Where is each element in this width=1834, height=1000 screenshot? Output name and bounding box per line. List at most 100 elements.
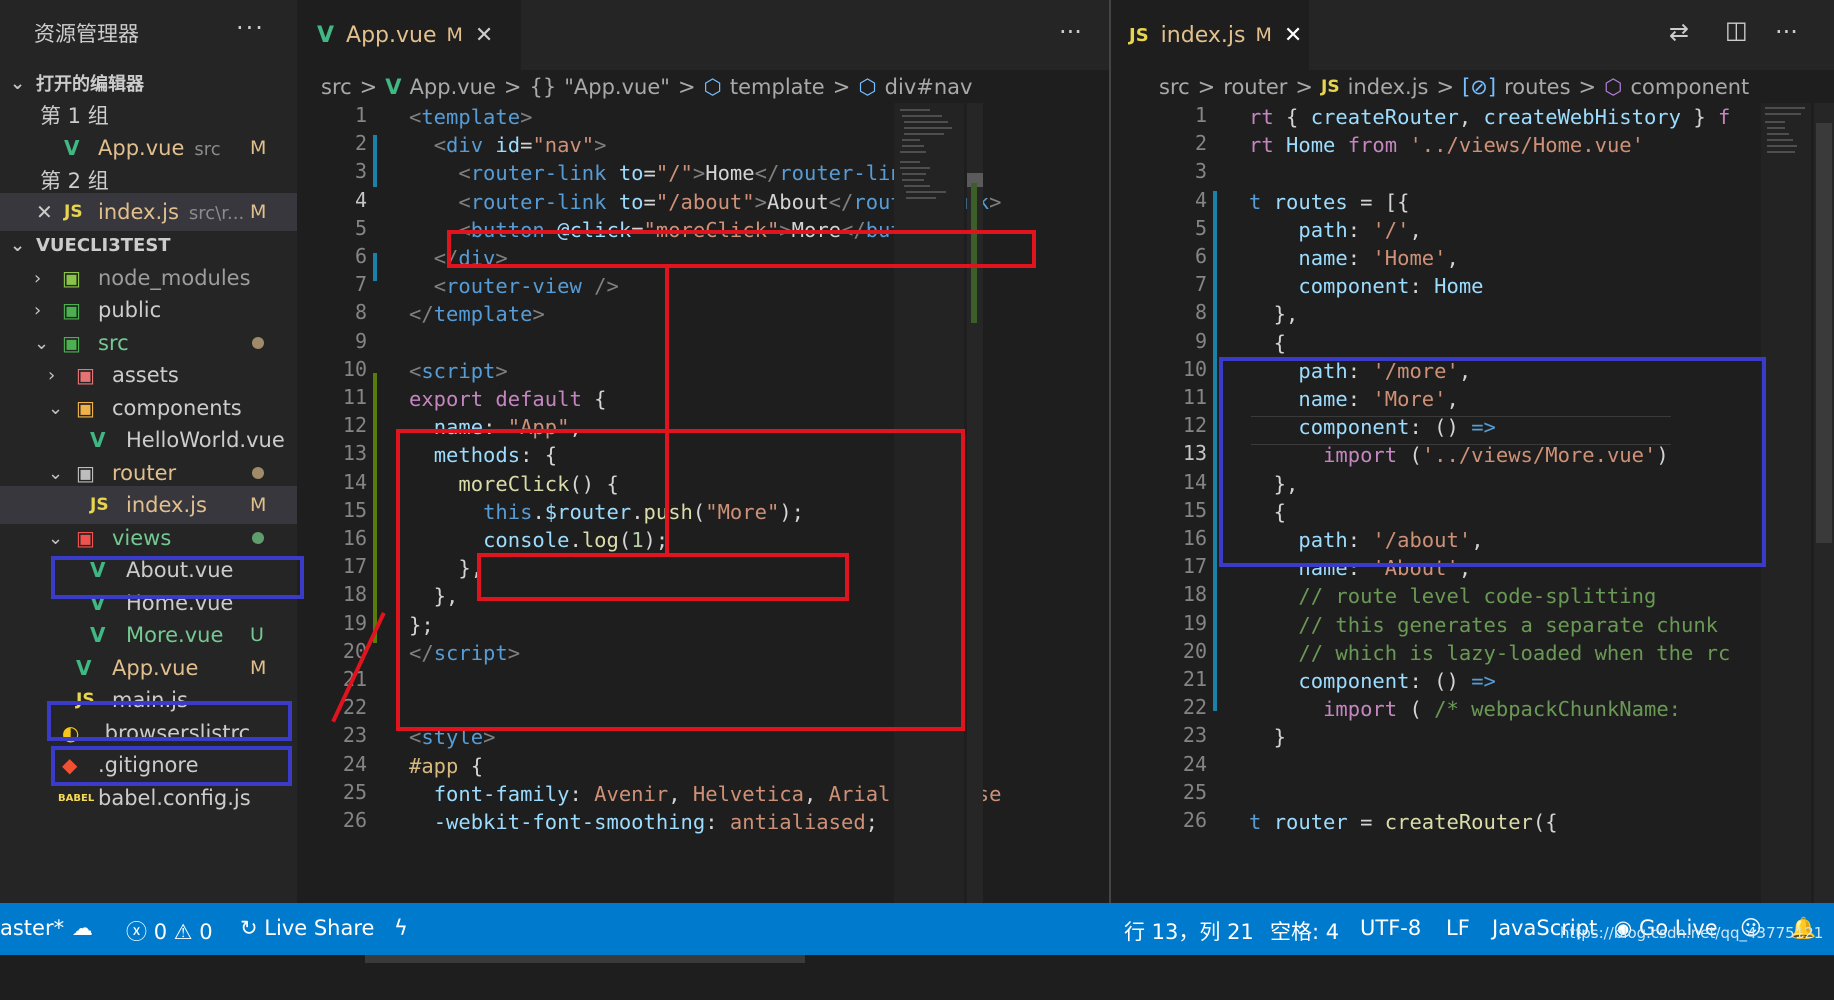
- split-editor-icon[interactable]: ◫: [1725, 16, 1748, 44]
- line-number: 15: [1182, 497, 1207, 522]
- branch-indicator[interactable]: aster*: [0, 916, 64, 940]
- left-scrollbar[interactable]: [967, 103, 983, 903]
- breadcrumb-item[interactable]: div#nav: [885, 75, 973, 99]
- tree-item-label: node_modules: [98, 266, 251, 290]
- horizontal-scrollbar[interactable]: [365, 955, 805, 963]
- chevron-down-icon: ⌄: [10, 234, 26, 256]
- chevron-right-icon: >: [1436, 74, 1455, 99]
- cursor-position[interactable]: 行 13，列 21: [1124, 916, 1254, 946]
- router-folder-icon: ▣: [76, 461, 95, 485]
- line-number: 22: [1182, 695, 1207, 720]
- chevron-right-icon: >: [1295, 74, 1314, 99]
- line-number: 24: [1182, 751, 1207, 776]
- file-name: App.vue: [98, 136, 185, 160]
- gutter-modified-marker: [373, 253, 377, 281]
- tree-item-label: components: [112, 396, 242, 420]
- line-number: 3: [1194, 159, 1207, 184]
- js-file-icon: JS: [1321, 76, 1340, 97]
- encoding[interactable]: UTF-8: [1360, 916, 1421, 940]
- button-highlight-box: [447, 230, 1036, 268]
- cube-icon: ⬡: [1604, 74, 1623, 99]
- tree-item-label: router: [112, 461, 177, 485]
- line-number: 18: [1182, 582, 1207, 607]
- line-ending[interactable]: LF: [1446, 916, 1470, 940]
- explorer-more-button[interactable]: ···: [236, 14, 265, 42]
- breadcrumb-item[interactable]: src: [1159, 75, 1190, 99]
- group-2-text: 第 2 组: [40, 169, 109, 193]
- watermark-text: https://blog.csdn.net/qq_43775121: [1560, 924, 1824, 942]
- modified-dot-icon: [252, 337, 264, 349]
- more-actions-button[interactable]: ···: [1775, 18, 1798, 46]
- line-number: 1: [1194, 103, 1207, 127]
- right-minimap[interactable]: [1761, 103, 1811, 903]
- bottom-area: [0, 955, 1834, 1000]
- chevron-down-icon: ⌄: [48, 397, 64, 419]
- untracked-badge: U: [250, 624, 264, 646]
- tree-item-label: index.js: [126, 493, 207, 517]
- tree-item-label: public: [98, 298, 162, 322]
- chevron-down-icon: ⌄: [48, 527, 64, 549]
- vue-file-icon: V: [90, 623, 106, 647]
- line-number: 10: [342, 356, 367, 381]
- modified-dot-icon: [252, 467, 264, 479]
- breadcrumb-item[interactable]: template: [730, 75, 825, 99]
- line-number: 23: [342, 723, 367, 748]
- group-1-text: 第 1 组: [40, 104, 109, 128]
- line-number: 12: [1182, 413, 1207, 438]
- warning-icon: ⚠: [173, 920, 193, 944]
- connector-line: [665, 266, 669, 555]
- breadcrumb-item[interactable]: router: [1223, 75, 1287, 99]
- line-number: 11: [1182, 385, 1207, 409]
- more-actions-button[interactable]: ···: [1059, 18, 1082, 46]
- open-changes-icon[interactable]: ⇄: [1669, 18, 1689, 46]
- line-number: 12: [342, 413, 367, 438]
- breadcrumb-item[interactable]: src: [321, 75, 352, 99]
- gutter-added-marker: [373, 373, 377, 643]
- indentation[interactable]: 空格: 4: [1270, 916, 1339, 946]
- lightning-icon[interactable]: ϟ: [394, 916, 408, 940]
- close-icon[interactable]: ✕: [475, 23, 493, 48]
- live-share-label: Live Share: [264, 916, 375, 940]
- close-icon[interactable]: ✕: [36, 200, 53, 224]
- babel-icon: BABEL: [58, 792, 95, 804]
- line-number: 15: [342, 497, 367, 522]
- live-share-button[interactable]: ↻ Live Share: [240, 916, 374, 940]
- untracked-dot-icon: [252, 532, 264, 544]
- close-icon[interactable]: ✕: [1284, 23, 1302, 48]
- assets-folder-icon: ▣: [76, 363, 95, 387]
- line-number: 22: [342, 695, 367, 720]
- tab-label: App.vue: [346, 22, 437, 48]
- line-number: 16: [342, 526, 367, 550]
- status-bar: aster* ☁ ⓧ 0 ⚠ 0 ↻ Live Share ϟ 行 13，列 2…: [0, 903, 1834, 955]
- sync-icon[interactable]: ☁: [72, 916, 93, 940]
- tree-item-label: views: [112, 526, 172, 550]
- line-number: 6: [1194, 244, 1207, 268]
- braces-icon: {}: [529, 74, 557, 99]
- line-number: 3: [354, 159, 367, 184]
- right-breadcrumb: src > router > JS index.js > [⊘] routes …: [1111, 70, 1834, 103]
- line-number: 20: [1182, 638, 1207, 663]
- breadcrumb-item[interactable]: routes: [1504, 75, 1570, 99]
- js-file-icon: JS: [64, 202, 83, 222]
- route-more-highlight-box: [1219, 357, 1766, 567]
- breadcrumb-item[interactable]: App.vue: [410, 75, 496, 99]
- chevron-right-icon: >: [1578, 74, 1597, 99]
- public-folder-icon: ▣: [62, 298, 81, 322]
- right-scrollbar[interactable]: [1814, 103, 1834, 903]
- tab-app-vue[interactable]: V App.vue M ✕: [297, 0, 521, 70]
- breadcrumb-item[interactable]: component: [1630, 75, 1749, 99]
- problems-indicator[interactable]: ⓧ 0 ⚠ 0: [126, 916, 213, 946]
- line-number: 25: [1182, 779, 1207, 804]
- vue-file-icon: V: [64, 136, 80, 160]
- live-share-icon: ↻: [240, 916, 258, 940]
- line-number: 4: [354, 187, 367, 212]
- vue-file-icon: V: [317, 22, 335, 48]
- breadcrumb-item[interactable]: index.js: [1348, 75, 1429, 99]
- tab-index-js[interactable]: JS index.js M ✕: [1111, 0, 1309, 70]
- line-number: 20: [342, 638, 367, 663]
- project-name: VUECLI3TEST: [36, 234, 171, 256]
- line-number: 9: [354, 328, 367, 353]
- line-number: 11: [342, 385, 367, 409]
- line-number: 4: [1194, 187, 1207, 212]
- breadcrumb-item[interactable]: "App.vue": [564, 75, 670, 99]
